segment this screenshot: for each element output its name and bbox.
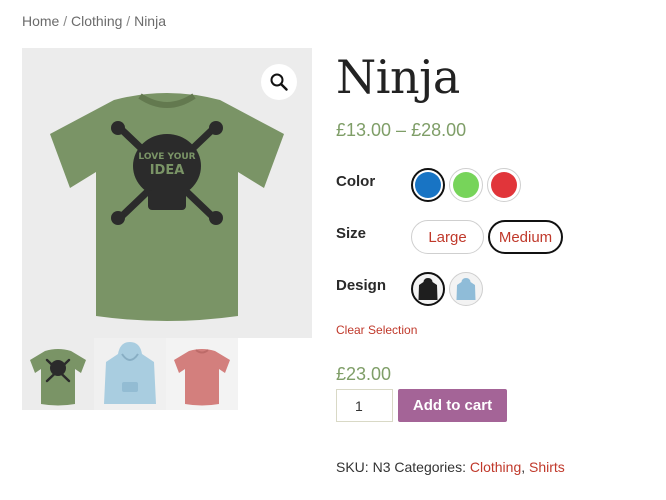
blue-hoodie-icon <box>456 278 476 300</box>
color-dot <box>491 172 517 198</box>
breadcrumb-separator: / <box>59 13 72 29</box>
category-link-shirts[interactable]: Shirts <box>529 459 565 475</box>
add-to-cart-button[interactable]: Add to cart <box>398 389 507 422</box>
green-tshirt-thumb <box>30 349 86 406</box>
size-options: Large Medium <box>411 220 567 254</box>
price-range: £13.00 – £28.00 <box>336 120 467 140</box>
color-dot <box>415 172 441 198</box>
blue-hoodie-thumb <box>104 342 156 404</box>
product-meta: SKU: N3 Categories: Clothing, Shirts <box>336 459 565 475</box>
color-label: Color <box>336 173 376 190</box>
product-title: Ninja <box>336 50 460 104</box>
gallery-thumbnails <box>22 338 240 410</box>
svg-text:LOVE YOUR: LOVE YOUR <box>138 152 195 162</box>
size-option-large[interactable]: Large <box>411 220 484 254</box>
design-swatches <box>411 272 487 306</box>
category-link-clothing[interactable]: Clothing <box>470 459 521 475</box>
size-option-medium[interactable]: Medium <box>488 220 563 254</box>
color-swatch-blue[interactable] <box>411 168 445 202</box>
clear-selection-link[interactable]: Clear Selection <box>336 323 417 337</box>
breadcrumb-clothing[interactable]: Clothing <box>71 13 122 29</box>
color-swatch-green[interactable] <box>449 168 483 202</box>
thumbnail-blue-hoodie[interactable] <box>94 338 166 410</box>
quantity-input[interactable] <box>336 389 393 422</box>
size-label: Size <box>336 225 367 242</box>
design-label: Design <box>336 277 387 294</box>
color-dot <box>453 172 479 198</box>
sku-label: SKU: <box>336 459 369 475</box>
magnifier-icon <box>270 73 288 91</box>
design-swatch-blue-hoodie[interactable] <box>449 272 483 306</box>
variation-price: £23.00 <box>336 364 392 384</box>
color-swatch-red[interactable] <box>487 168 521 202</box>
black-hoodie-icon <box>418 278 438 300</box>
breadcrumb-home[interactable]: Home <box>22 13 59 29</box>
thumbnail-green-tshirt[interactable] <box>22 338 94 410</box>
zoom-button[interactable] <box>261 64 297 100</box>
category-separator: , <box>521 459 526 475</box>
categories-label: Categories: <box>394 459 466 475</box>
breadcrumb: Home / Clothing / Ninja <box>22 13 166 29</box>
svg-text:IDEA: IDEA <box>150 163 185 178</box>
red-tshirt-thumb <box>174 349 230 406</box>
thumbnail-red-tshirt[interactable] <box>166 338 238 410</box>
color-swatches <box>411 168 525 202</box>
product-main-image[interactable]: LOVE YOUR IDEA <box>22 48 312 338</box>
breadcrumb-current: Ninja <box>134 13 166 29</box>
sku-value: N3 <box>372 459 391 475</box>
breadcrumb-separator: / <box>122 13 135 29</box>
design-swatch-black-hoodie[interactable] <box>411 272 445 306</box>
